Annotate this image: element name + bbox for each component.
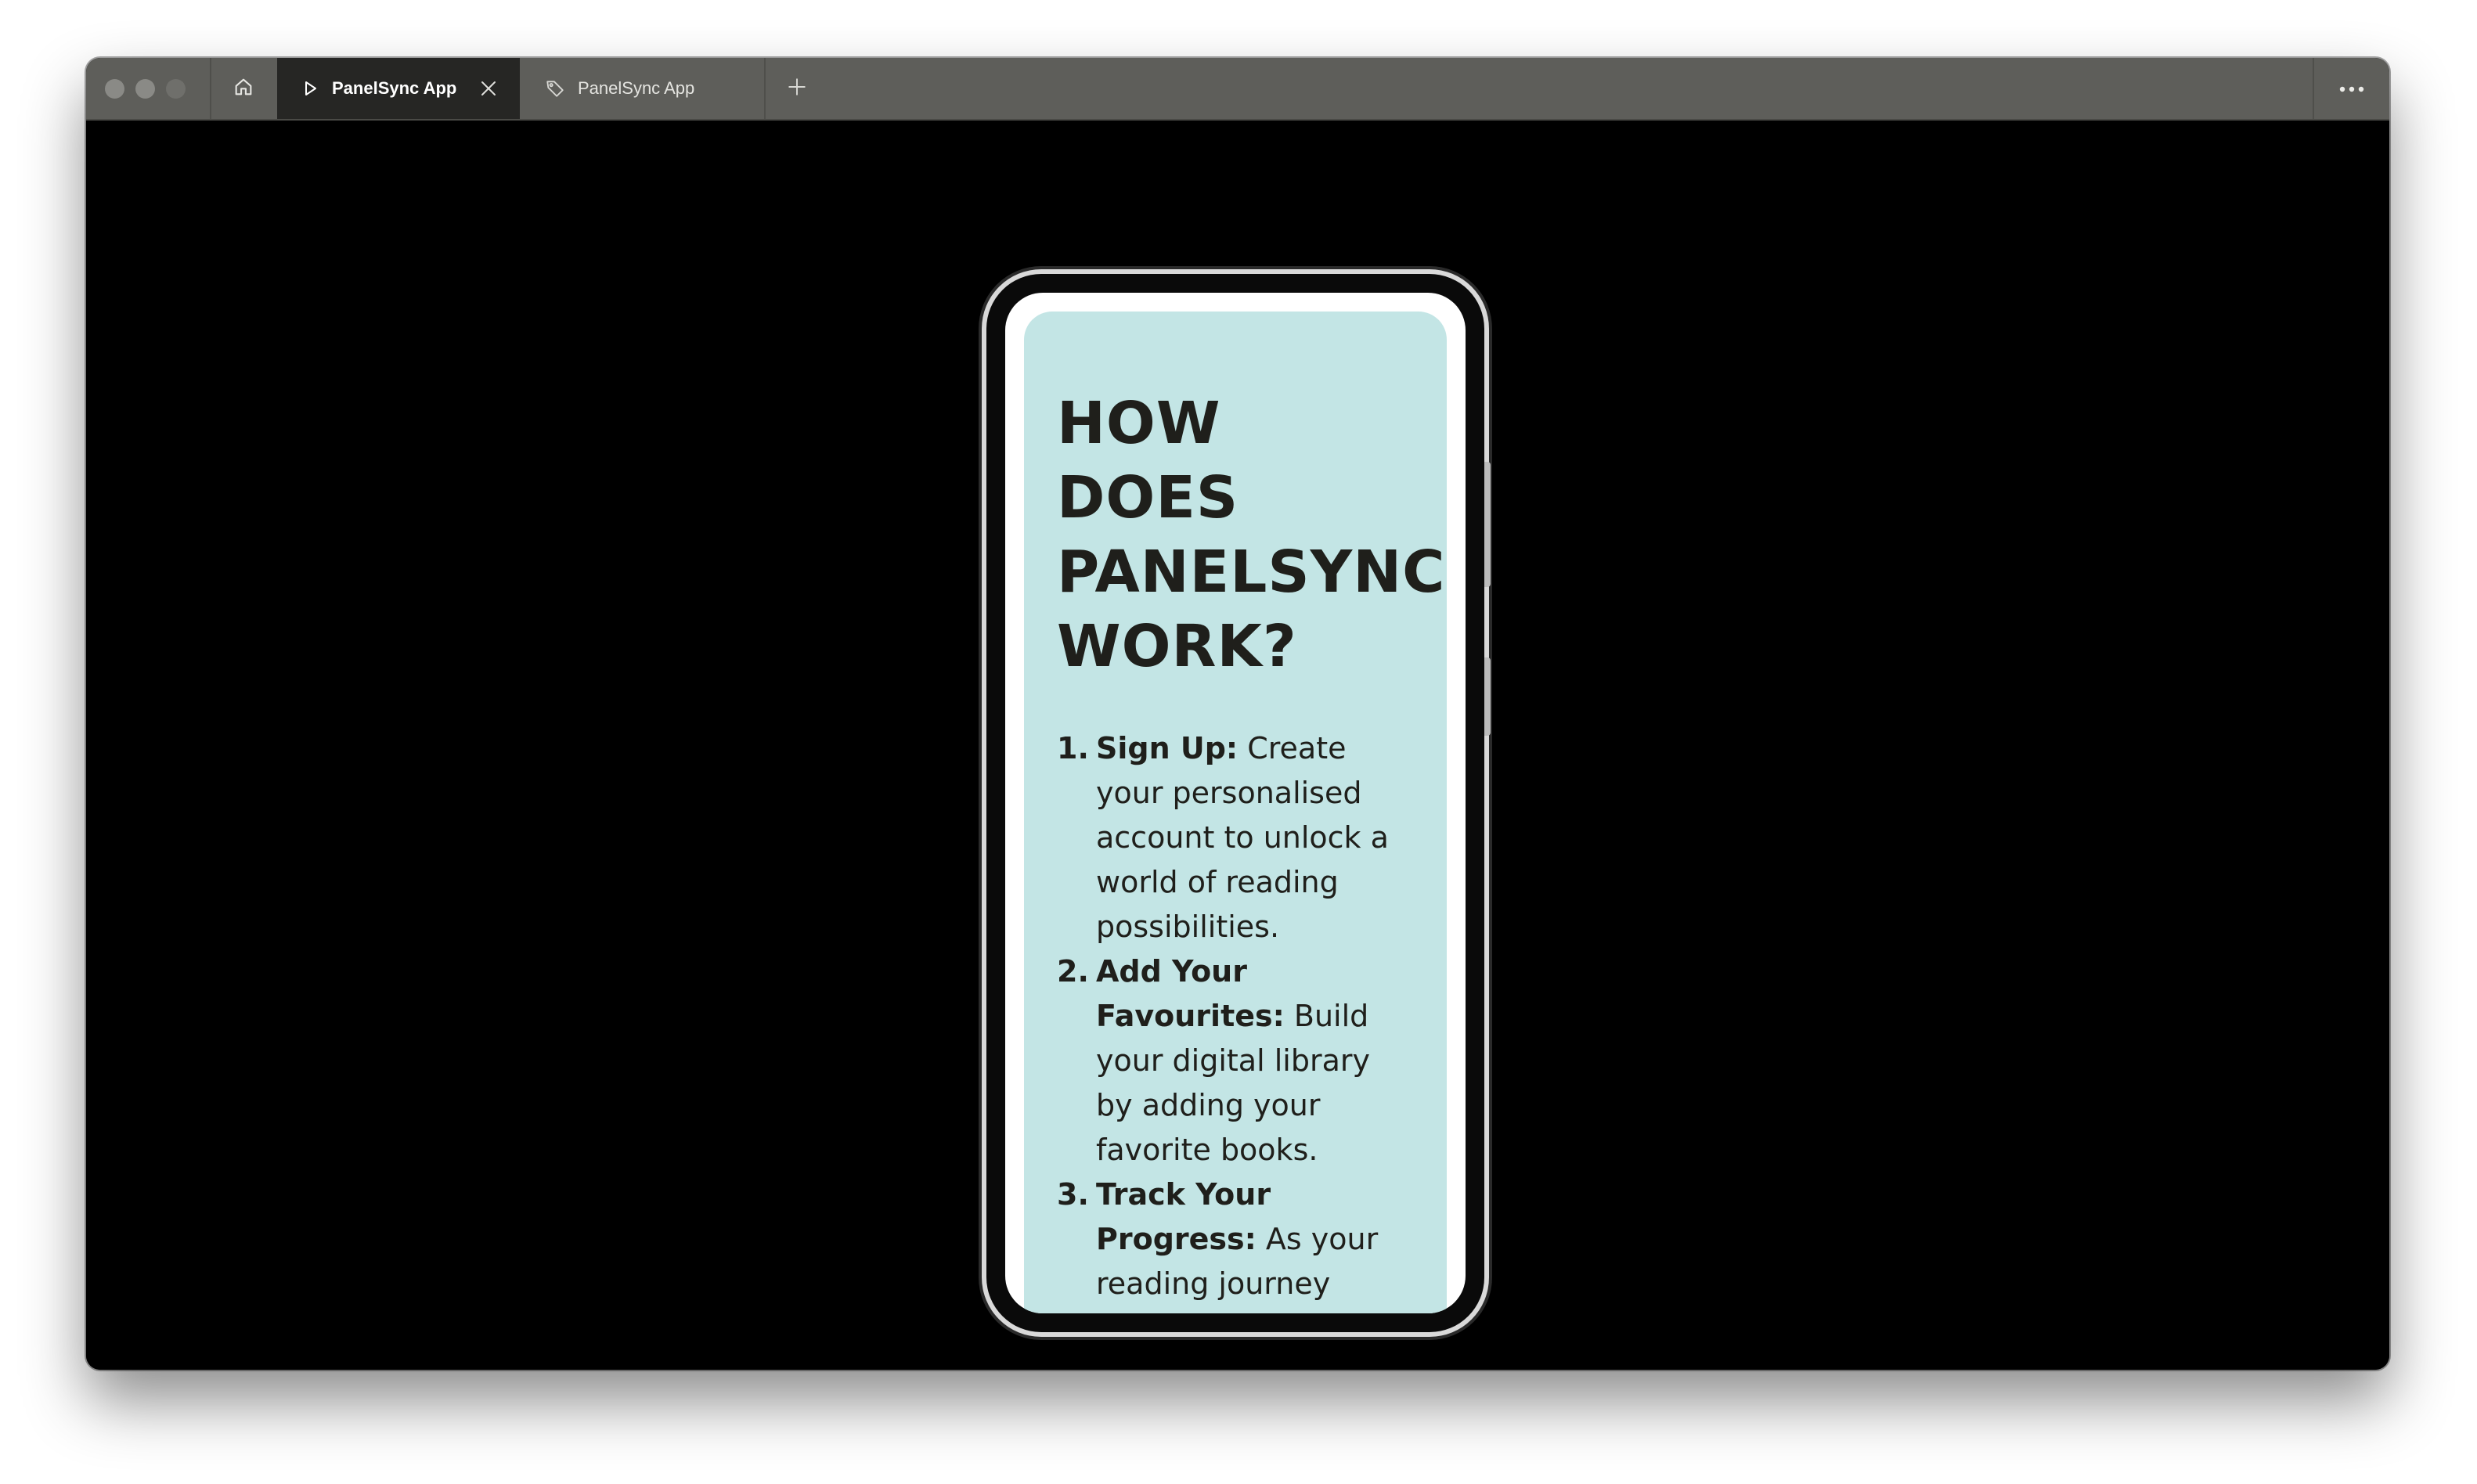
zoom-window-button[interactable] <box>166 79 186 99</box>
list-item: 1. Sign Up: Create your personalised acc… <box>1057 726 1415 949</box>
step-title: Track Your Progress: <box>1096 1177 1271 1256</box>
tab-label: PanelSync App <box>332 78 457 98</box>
heading-line: WORK? <box>1057 613 1297 680</box>
phone-screen: HOW DOES PANELSYNC WORK? 1. Sign Up: Cre… <box>1005 293 1466 1313</box>
more-menu-button[interactable] <box>2313 58 2389 119</box>
phone-mockup: HOW DOES PANELSYNC WORK? 1. Sign Up: Cre… <box>986 274 1491 1332</box>
play-icon <box>301 79 319 98</box>
close-window-button[interactable] <box>105 79 124 99</box>
list-item: 3. Track Your Progress: As your reading … <box>1057 1172 1415 1313</box>
tag-icon <box>545 78 565 99</box>
step-title: Add Your Favourites: <box>1096 954 1285 1033</box>
step-number: 1. <box>1057 731 1089 765</box>
more-icon <box>2338 81 2365 96</box>
tab-panelsync[interactable]: PanelSync App <box>521 58 764 119</box>
phone-side-button <box>1484 462 1491 587</box>
window-controls <box>105 79 186 99</box>
step-body: Track Your Progress: As your reading jou… <box>1096 1172 1415 1313</box>
close-tab-icon[interactable] <box>479 79 498 98</box>
steps-list: 1. Sign Up: Create your personalised acc… <box>1057 726 1415 1313</box>
tab-label: PanelSync App <box>578 78 695 98</box>
title-bar: PanelSync App PanelSync App <box>86 58 2389 121</box>
home-icon <box>233 76 254 101</box>
list-item: 2. Add Your Favourites: Build your digit… <box>1057 949 1415 1172</box>
tab-panelsync-active[interactable]: PanelSync App <box>277 58 520 119</box>
browser-window: PanelSync App PanelSync App HOW DOES PAN… <box>86 58 2389 1370</box>
step-number: 3. <box>1057 1177 1089 1212</box>
step-body: Sign Up: Create your personalised accoun… <box>1096 726 1415 949</box>
plus-icon <box>787 77 807 100</box>
phone-side-button <box>1484 657 1491 736</box>
how-it-works-card: HOW DOES PANELSYNC WORK? 1. Sign Up: Cre… <box>1024 312 1447 1313</box>
minimize-window-button[interactable] <box>135 79 155 99</box>
home-button[interactable] <box>211 58 276 119</box>
new-tab-button[interactable] <box>766 58 828 119</box>
page-title: HOW DOES PANELSYNC WORK? <box>1057 387 1446 684</box>
step-number: 2. <box>1057 954 1089 989</box>
app-viewport: HOW DOES PANELSYNC WORK? 1. Sign Up: Cre… <box>86 121 2389 1370</box>
step-title: Sign Up: <box>1096 731 1238 765</box>
step-body: Add Your Favourites: Build your digital … <box>1096 949 1415 1172</box>
heading-line: PANELSYNC <box>1057 538 1446 606</box>
heading-line: HOW DOES <box>1057 390 1239 531</box>
